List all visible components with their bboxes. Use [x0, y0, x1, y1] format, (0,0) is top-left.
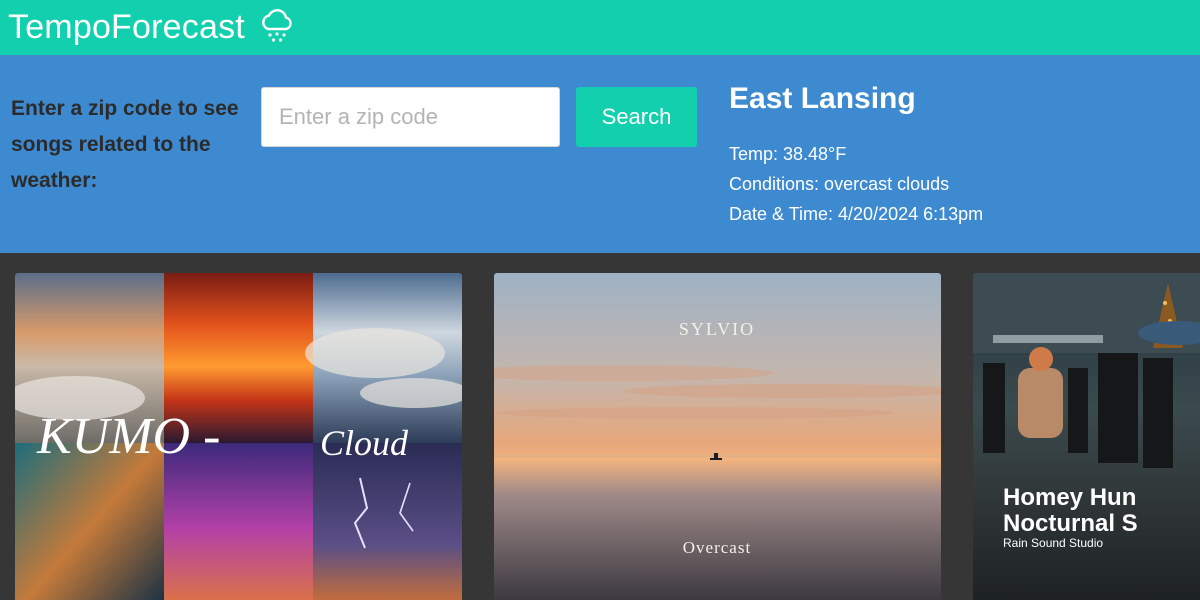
song-card-homey[interactable]: Homey Hun Nocturnal S Rain Sound Studio — [973, 273, 1200, 600]
conditions: Conditions: overcast clouds — [729, 174, 950, 194]
cover-artist-sylvio: SYLVIO — [679, 319, 755, 339]
app-title[interactable]: TempoForecast — [8, 8, 245, 47]
temperature: Temp: 38.48°F — [729, 144, 847, 164]
svg-text:Cloud: Cloud — [320, 423, 409, 463]
date-time: Date & Time: 4/20/2024 6:13pm — [729, 204, 984, 224]
song-cards: KUMO - Cloud SYLVIO Overcast Homey Hun N… — [0, 253, 1200, 600]
album-cover-kumo: KUMO - Cloud — [15, 273, 462, 600]
cover-title-overcast: Overcast — [683, 538, 751, 557]
cover-title-kumo: KUMO - — [36, 408, 220, 465]
album-cover-homey: Homey Hun Nocturnal S Rain Sound Studio — [973, 273, 1200, 600]
zip-code-input[interactable] — [261, 87, 560, 147]
zip-prompt: Enter a zip code to see songs related to… — [11, 97, 239, 192]
cover-title-line1: Homey Hun — [1003, 484, 1136, 511]
weather-info: East Lansing Temp: 38.48°F Conditions: o… — [729, 77, 983, 229]
cover-artist-rain-sound: Rain Sound Studio — [1003, 536, 1103, 550]
album-cover-overcast: SYLVIO Overcast — [494, 273, 941, 600]
city-name: East Lansing — [729, 82, 916, 115]
rain-cloud-icon — [262, 8, 292, 42]
song-card-overcast[interactable]: SYLVIO Overcast — [494, 273, 941, 600]
cover-title-line2: Nocturnal S — [1003, 510, 1138, 537]
search-panel: Enter a zip code to see songs related to… — [0, 55, 1200, 253]
top-bar: TempoForecast — [0, 0, 1200, 55]
search-button[interactable]: Search — [576, 87, 697, 147]
song-card-kumo-cloud[interactable]: KUMO - Cloud — [15, 273, 462, 600]
